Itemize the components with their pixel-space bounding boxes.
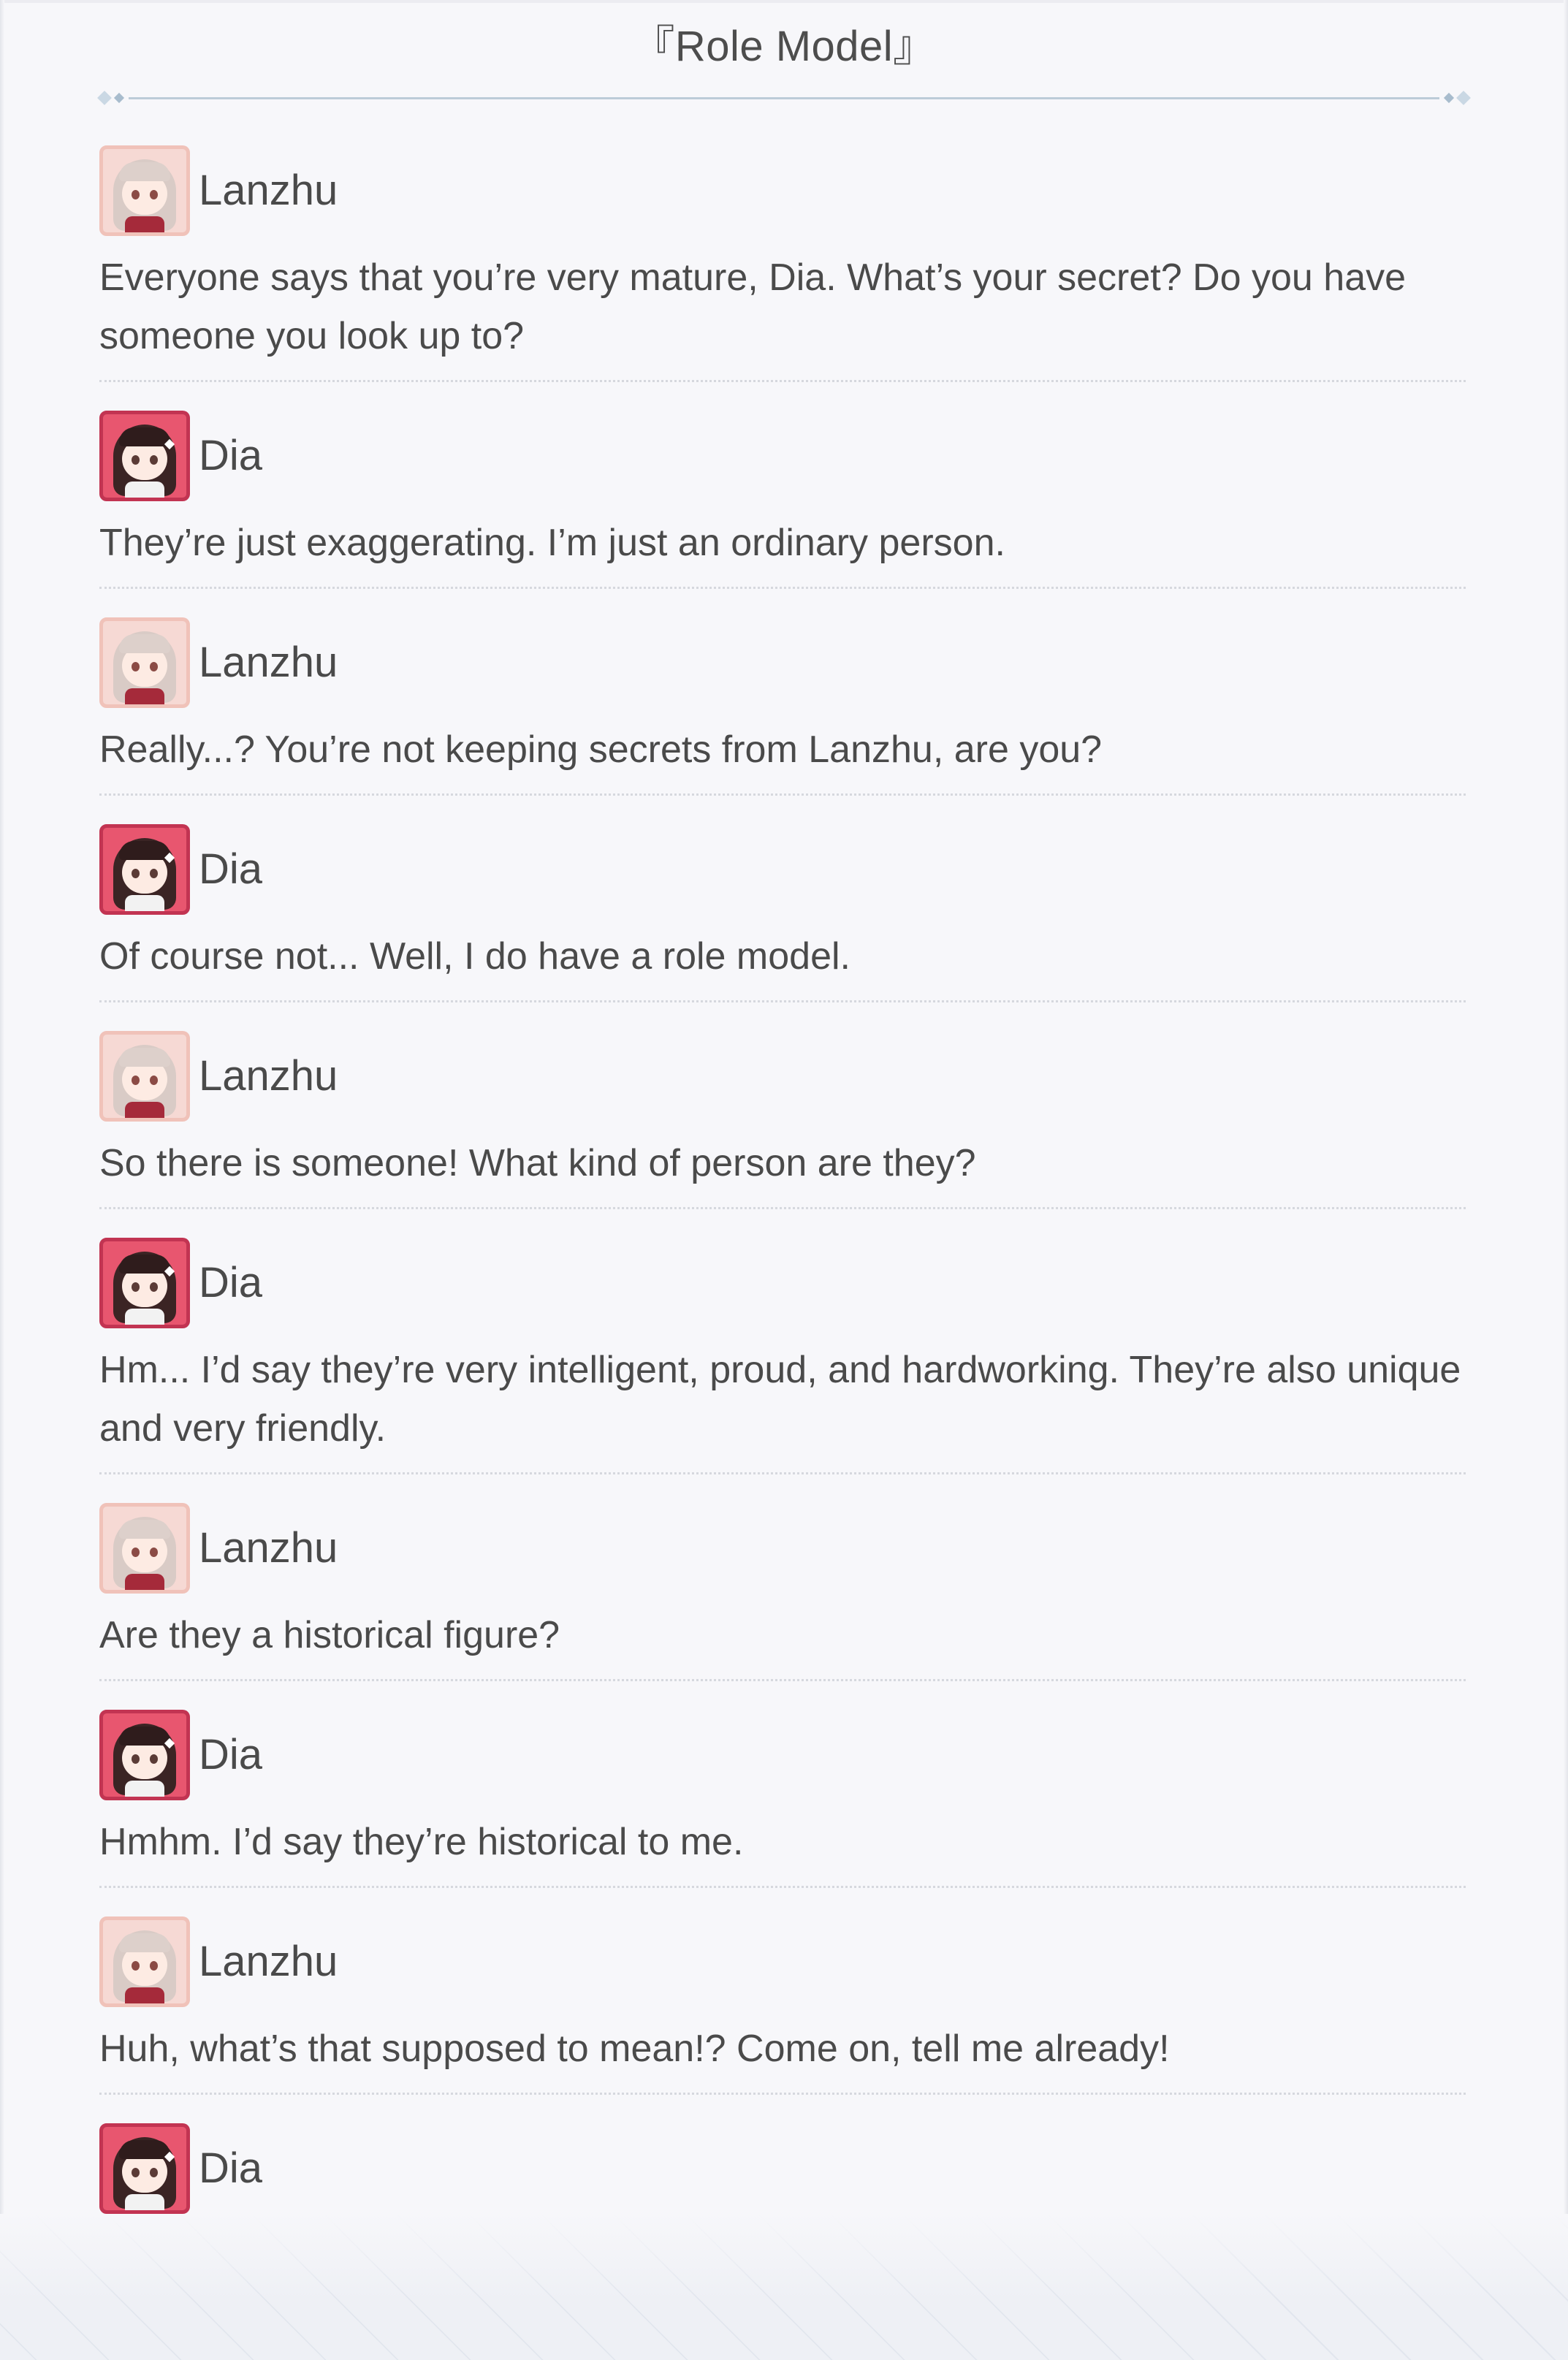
dialogue-text: Of course not... Well, I do have a role … <box>99 935 850 978</box>
dialogue-text: Hmhm. I’d say they’re historical to me. <box>99 1821 744 1863</box>
dialogue-text: Hm... I’d say they’re very intelligent, … <box>99 1349 1461 1450</box>
dialogue-text: Are they a historical figure? <box>99 1614 560 1656</box>
speaker-name: Dia <box>199 432 263 479</box>
frame-left-border <box>0 0 4 2360</box>
dialogue-entry: Lanzhu Everyone says that you’re very mat… <box>99 117 1466 382</box>
dialogue-text: So there is someone! What kind of person… <box>99 1142 976 1184</box>
speaker-name: Dia <box>199 1259 263 1306</box>
speaker-row: Lanzhu <box>99 143 1466 238</box>
dialogue-entry: Dia They’re just exaggerating. I’m just a… <box>99 382 1466 589</box>
dialogue-entry: Lanzhu Are they a historical figure? <box>99 1474 1466 1681</box>
speaker-name: Lanzhu <box>199 639 338 686</box>
speaker-name: Dia <box>199 2144 263 2192</box>
speaker-row: Dia <box>99 1236 1466 1331</box>
lanzhu-avatar <box>99 617 190 708</box>
speaker-row: Dia <box>99 408 1466 503</box>
story-title: 『Role Model』 <box>632 23 936 70</box>
speaker-name: Lanzhu <box>199 1938 338 1985</box>
dialogue-entry: Lanzhu Really...? You’re not keeping secr… <box>99 589 1466 796</box>
divider-gem-left-outer <box>97 91 112 105</box>
dialogue-log: Lanzhu Everyone says that you’re very mat… <box>99 117 1466 2302</box>
dia-avatar <box>99 411 190 501</box>
dialogue-entry: Dia Why don’t you try and take a guess, L… <box>99 2095 1466 2302</box>
speaker-name: Lanzhu <box>199 167 338 214</box>
dia-avatar <box>99 2123 190 2214</box>
divider-gem-right-inner <box>1443 92 1455 104</box>
dialogue-text: Really...? You’re not keeping secrets fr… <box>99 728 1103 771</box>
dia-avatar <box>99 1710 190 1800</box>
dialogue-entry: Dia Hmhm. I’d say they’re historical to m… <box>99 1681 1466 1888</box>
speaker-row: Lanzhu <box>99 1501 1466 1596</box>
top-edge <box>0 0 1568 3</box>
speaker-name: Dia <box>199 845 263 893</box>
lanzhu-avatar <box>99 1916 190 2007</box>
title-divider <box>97 89 1471 107</box>
frame-right-border <box>1564 0 1568 2360</box>
speaker-row: Dia <box>99 822 1466 917</box>
speaker-name: Lanzhu <box>199 1524 338 1572</box>
speaker-row: Lanzhu <box>99 1029 1466 1124</box>
dialogue-entry: Dia Of course not... Well, I do have a ro… <box>99 796 1466 1002</box>
divider-line <box>129 97 1439 99</box>
dialogue-text: Why don’t you try and take a guess, Lanz… <box>99 2234 934 2277</box>
dialogue-text: They’re just exaggerating. I’m just an o… <box>99 522 1005 564</box>
divider-gem-right-outer <box>1456 91 1471 105</box>
dialogue-text: Everyone says that you’re very mature, D… <box>99 256 1407 357</box>
dia-avatar <box>99 824 190 915</box>
lanzhu-avatar <box>99 1031 190 1122</box>
speaker-name: Lanzhu <box>199 1052 338 1100</box>
dialogue-entry: Lanzhu So there is someone! What kind of … <box>99 1002 1466 1209</box>
divider-gem-left-inner <box>113 92 125 104</box>
dialogue-text: Huh, what’s that supposed to mean!? Come… <box>99 2028 1170 2070</box>
speaker-row: Lanzhu <box>99 615 1466 710</box>
lanzhu-avatar <box>99 145 190 236</box>
dialogue-entry: Lanzhu Huh, what’s that supposed to mean!… <box>99 1888 1466 2095</box>
dialogue-entry: Dia Hm... I’d say they’re very intelligen… <box>99 1209 1466 1474</box>
speaker-row: Lanzhu <box>99 1914 1466 2009</box>
speaker-name: Dia <box>199 1731 263 1778</box>
lanzhu-avatar <box>99 1503 190 1594</box>
speaker-row: Dia <box>99 2121 1466 2216</box>
dia-avatar <box>99 1238 190 1328</box>
speaker-row: Dia <box>99 1708 1466 1803</box>
